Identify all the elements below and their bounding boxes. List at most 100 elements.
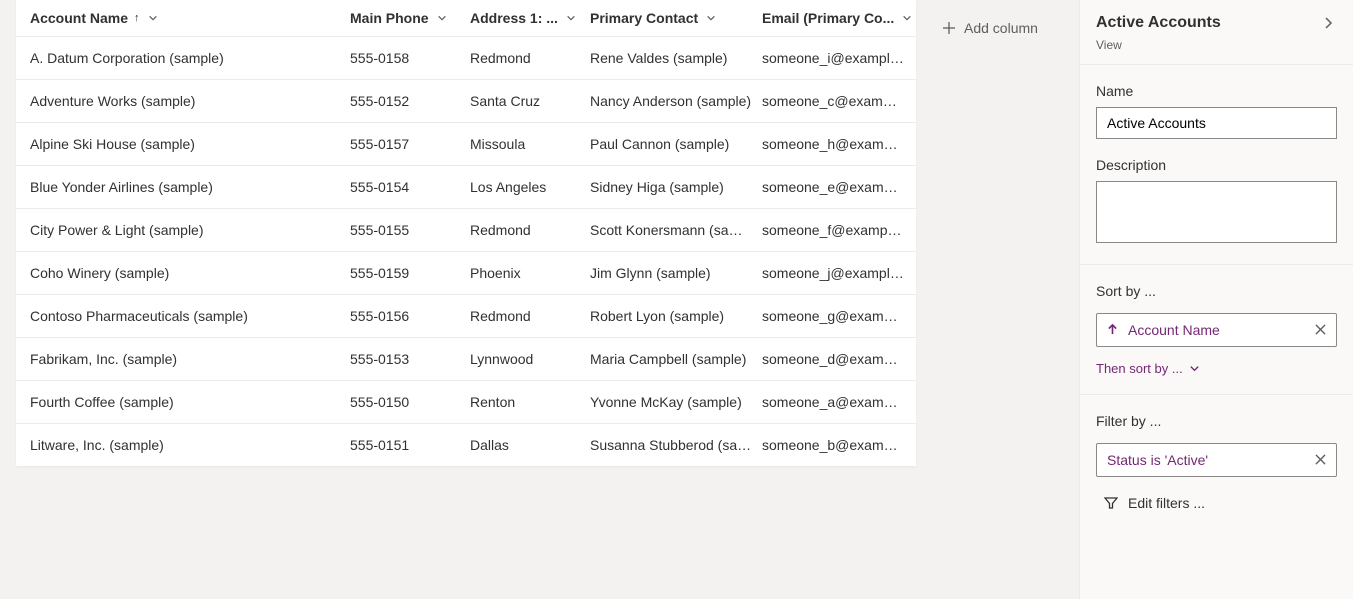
table-row[interactable]: Adventure Works (sample)555-0152Santa Cr…: [16, 80, 916, 123]
column-label: Main Phone: [350, 10, 429, 26]
properties-panel: Active Accounts View Name Description So…: [1079, 0, 1353, 599]
remove-filter-button[interactable]: [1315, 452, 1326, 468]
table-row[interactable]: A. Datum Corporation (sample)555-0158Red…: [16, 37, 916, 80]
cell-main-phone: 555-0157: [350, 136, 470, 152]
edit-filters-link[interactable]: Edit filters ...: [1096, 495, 1337, 511]
cell-email: someone_i@example.com: [762, 50, 912, 66]
cell-address: Redmond: [470, 222, 590, 238]
table-row[interactable]: Fourth Coffee (sample)555-0150RentonYvon…: [16, 381, 916, 424]
table-header-row: Account Name ↑ Main Phone Address 1: ...…: [16, 0, 916, 37]
panel-section-general: Name Description: [1080, 65, 1353, 265]
panel-subtitle: View: [1096, 38, 1221, 52]
cell-account-name: Alpine Ski House (sample): [30, 136, 350, 152]
cell-primary-contact: Paul Cannon (sample): [590, 136, 762, 152]
cell-email: someone_h@example.com: [762, 136, 912, 152]
then-sort-by-link[interactable]: Then sort by ...: [1096, 361, 1337, 376]
panel-header: Active Accounts View: [1080, 0, 1353, 65]
chevron-down-icon: [566, 13, 576, 23]
cell-main-phone: 555-0159: [350, 265, 470, 281]
table-row[interactable]: Fabrikam, Inc. (sample)555-0153LynnwoodM…: [16, 338, 916, 381]
panel-title: Active Accounts: [1096, 14, 1221, 32]
cell-main-phone: 555-0153: [350, 351, 470, 367]
column-header-primary-contact[interactable]: Primary Contact: [590, 10, 762, 26]
cell-primary-contact: Yvonne McKay (sample): [590, 394, 762, 410]
cell-address: Renton: [470, 394, 590, 410]
cell-primary-contact: Robert Lyon (sample): [590, 308, 762, 324]
then-sort-label: Then sort by ...: [1096, 361, 1183, 376]
cell-main-phone: 555-0151: [350, 437, 470, 453]
main-content: Account Name ↑ Main Phone Address 1: ...…: [0, 0, 1079, 599]
column-header-address[interactable]: Address 1: ...: [470, 10, 590, 26]
chevron-down-icon: [437, 13, 447, 23]
table-row[interactable]: Alpine Ski House (sample)555-0157Missoul…: [16, 123, 916, 166]
cell-account-name: Fourth Coffee (sample): [30, 394, 350, 410]
sort-by-title: Sort by ...: [1096, 283, 1337, 299]
table-row[interactable]: Litware, Inc. (sample)555-0151DallasSusa…: [16, 424, 916, 466]
cell-main-phone: 555-0150: [350, 394, 470, 410]
chevron-down-icon: [706, 13, 716, 23]
plus-icon: [942, 21, 956, 35]
remove-sort-button[interactable]: [1315, 322, 1326, 338]
column-header-email[interactable]: Email (Primary Co...: [762, 10, 912, 26]
cell-account-name: Adventure Works (sample): [30, 93, 350, 109]
cell-address: Los Angeles: [470, 179, 590, 195]
name-label: Name: [1096, 83, 1337, 99]
cell-address: Lynnwood: [470, 351, 590, 367]
sort-chip[interactable]: Account Name: [1096, 313, 1337, 347]
add-column-label: Add column: [964, 20, 1038, 36]
cell-primary-contact: Susanna Stubberod (samp...: [590, 437, 762, 453]
sort-chip-label: Account Name: [1128, 322, 1220, 338]
cell-account-name: A. Datum Corporation (sample): [30, 50, 350, 66]
cell-email: someone_c@example.com: [762, 93, 912, 109]
panel-section-filter: Filter by ... Status is 'Active' Edit fi…: [1080, 395, 1353, 529]
accounts-table: Account Name ↑ Main Phone Address 1: ...…: [16, 0, 916, 466]
cell-primary-contact: Rene Valdes (sample): [590, 50, 762, 66]
cell-email: someone_b@example.com: [762, 437, 912, 453]
cell-email: someone_e@example.com: [762, 179, 912, 195]
cell-primary-contact: Nancy Anderson (sample): [590, 93, 762, 109]
panel-section-sort: Sort by ... Account Name Then sort by ..…: [1080, 265, 1353, 395]
filter-by-title: Filter by ...: [1096, 413, 1337, 429]
cell-email: someone_a@example.com: [762, 394, 912, 410]
table-body: A. Datum Corporation (sample)555-0158Red…: [16, 37, 916, 466]
cell-address: Redmond: [470, 50, 590, 66]
filter-chip[interactable]: Status is 'Active': [1096, 443, 1337, 477]
expand-panel-button[interactable]: [1319, 14, 1337, 35]
cell-address: Missoula: [470, 136, 590, 152]
column-label: Email (Primary Co...: [762, 10, 894, 26]
cell-account-name: City Power & Light (sample): [30, 222, 350, 238]
description-input[interactable]: [1096, 181, 1337, 243]
chevron-down-icon: [902, 13, 912, 23]
table-row[interactable]: Contoso Pharmaceuticals (sample)555-0156…: [16, 295, 916, 338]
column-label: Primary Contact: [590, 10, 698, 26]
sort-ascending-icon: ↑: [134, 12, 140, 24]
chevron-down-icon: [148, 13, 158, 23]
cell-primary-contact: Maria Campbell (sample): [590, 351, 762, 367]
cell-account-name: Contoso Pharmaceuticals (sample): [30, 308, 350, 324]
cell-account-name: Coho Winery (sample): [30, 265, 350, 281]
cell-main-phone: 555-0152: [350, 93, 470, 109]
cell-account-name: Litware, Inc. (sample): [30, 437, 350, 453]
cell-main-phone: 555-0158: [350, 50, 470, 66]
cell-main-phone: 555-0155: [350, 222, 470, 238]
name-input[interactable]: [1096, 107, 1337, 139]
cell-email: someone_f@example.com: [762, 222, 912, 238]
column-header-account-name[interactable]: Account Name ↑: [30, 10, 350, 26]
chevron-right-icon: [1321, 16, 1335, 30]
table-row[interactable]: Coho Winery (sample)555-0159PhoenixJim G…: [16, 252, 916, 295]
add-column-button[interactable]: Add column: [932, 14, 1048, 42]
cell-primary-contact: Scott Konersmann (sample): [590, 222, 762, 238]
cell-email: someone_j@example.com: [762, 265, 912, 281]
cell-email: someone_g@example.com: [762, 308, 912, 324]
filter-icon: [1104, 496, 1118, 510]
cell-main-phone: 555-0156: [350, 308, 470, 324]
cell-address: Santa Cruz: [470, 93, 590, 109]
description-label: Description: [1096, 157, 1337, 173]
table-row[interactable]: City Power & Light (sample)555-0155Redmo…: [16, 209, 916, 252]
column-label: Address 1: ...: [470, 10, 558, 26]
cell-main-phone: 555-0154: [350, 179, 470, 195]
cell-account-name: Fabrikam, Inc. (sample): [30, 351, 350, 367]
column-label: Account Name: [30, 10, 128, 26]
table-row[interactable]: Blue Yonder Airlines (sample)555-0154Los…: [16, 166, 916, 209]
column-header-main-phone[interactable]: Main Phone: [350, 10, 470, 26]
